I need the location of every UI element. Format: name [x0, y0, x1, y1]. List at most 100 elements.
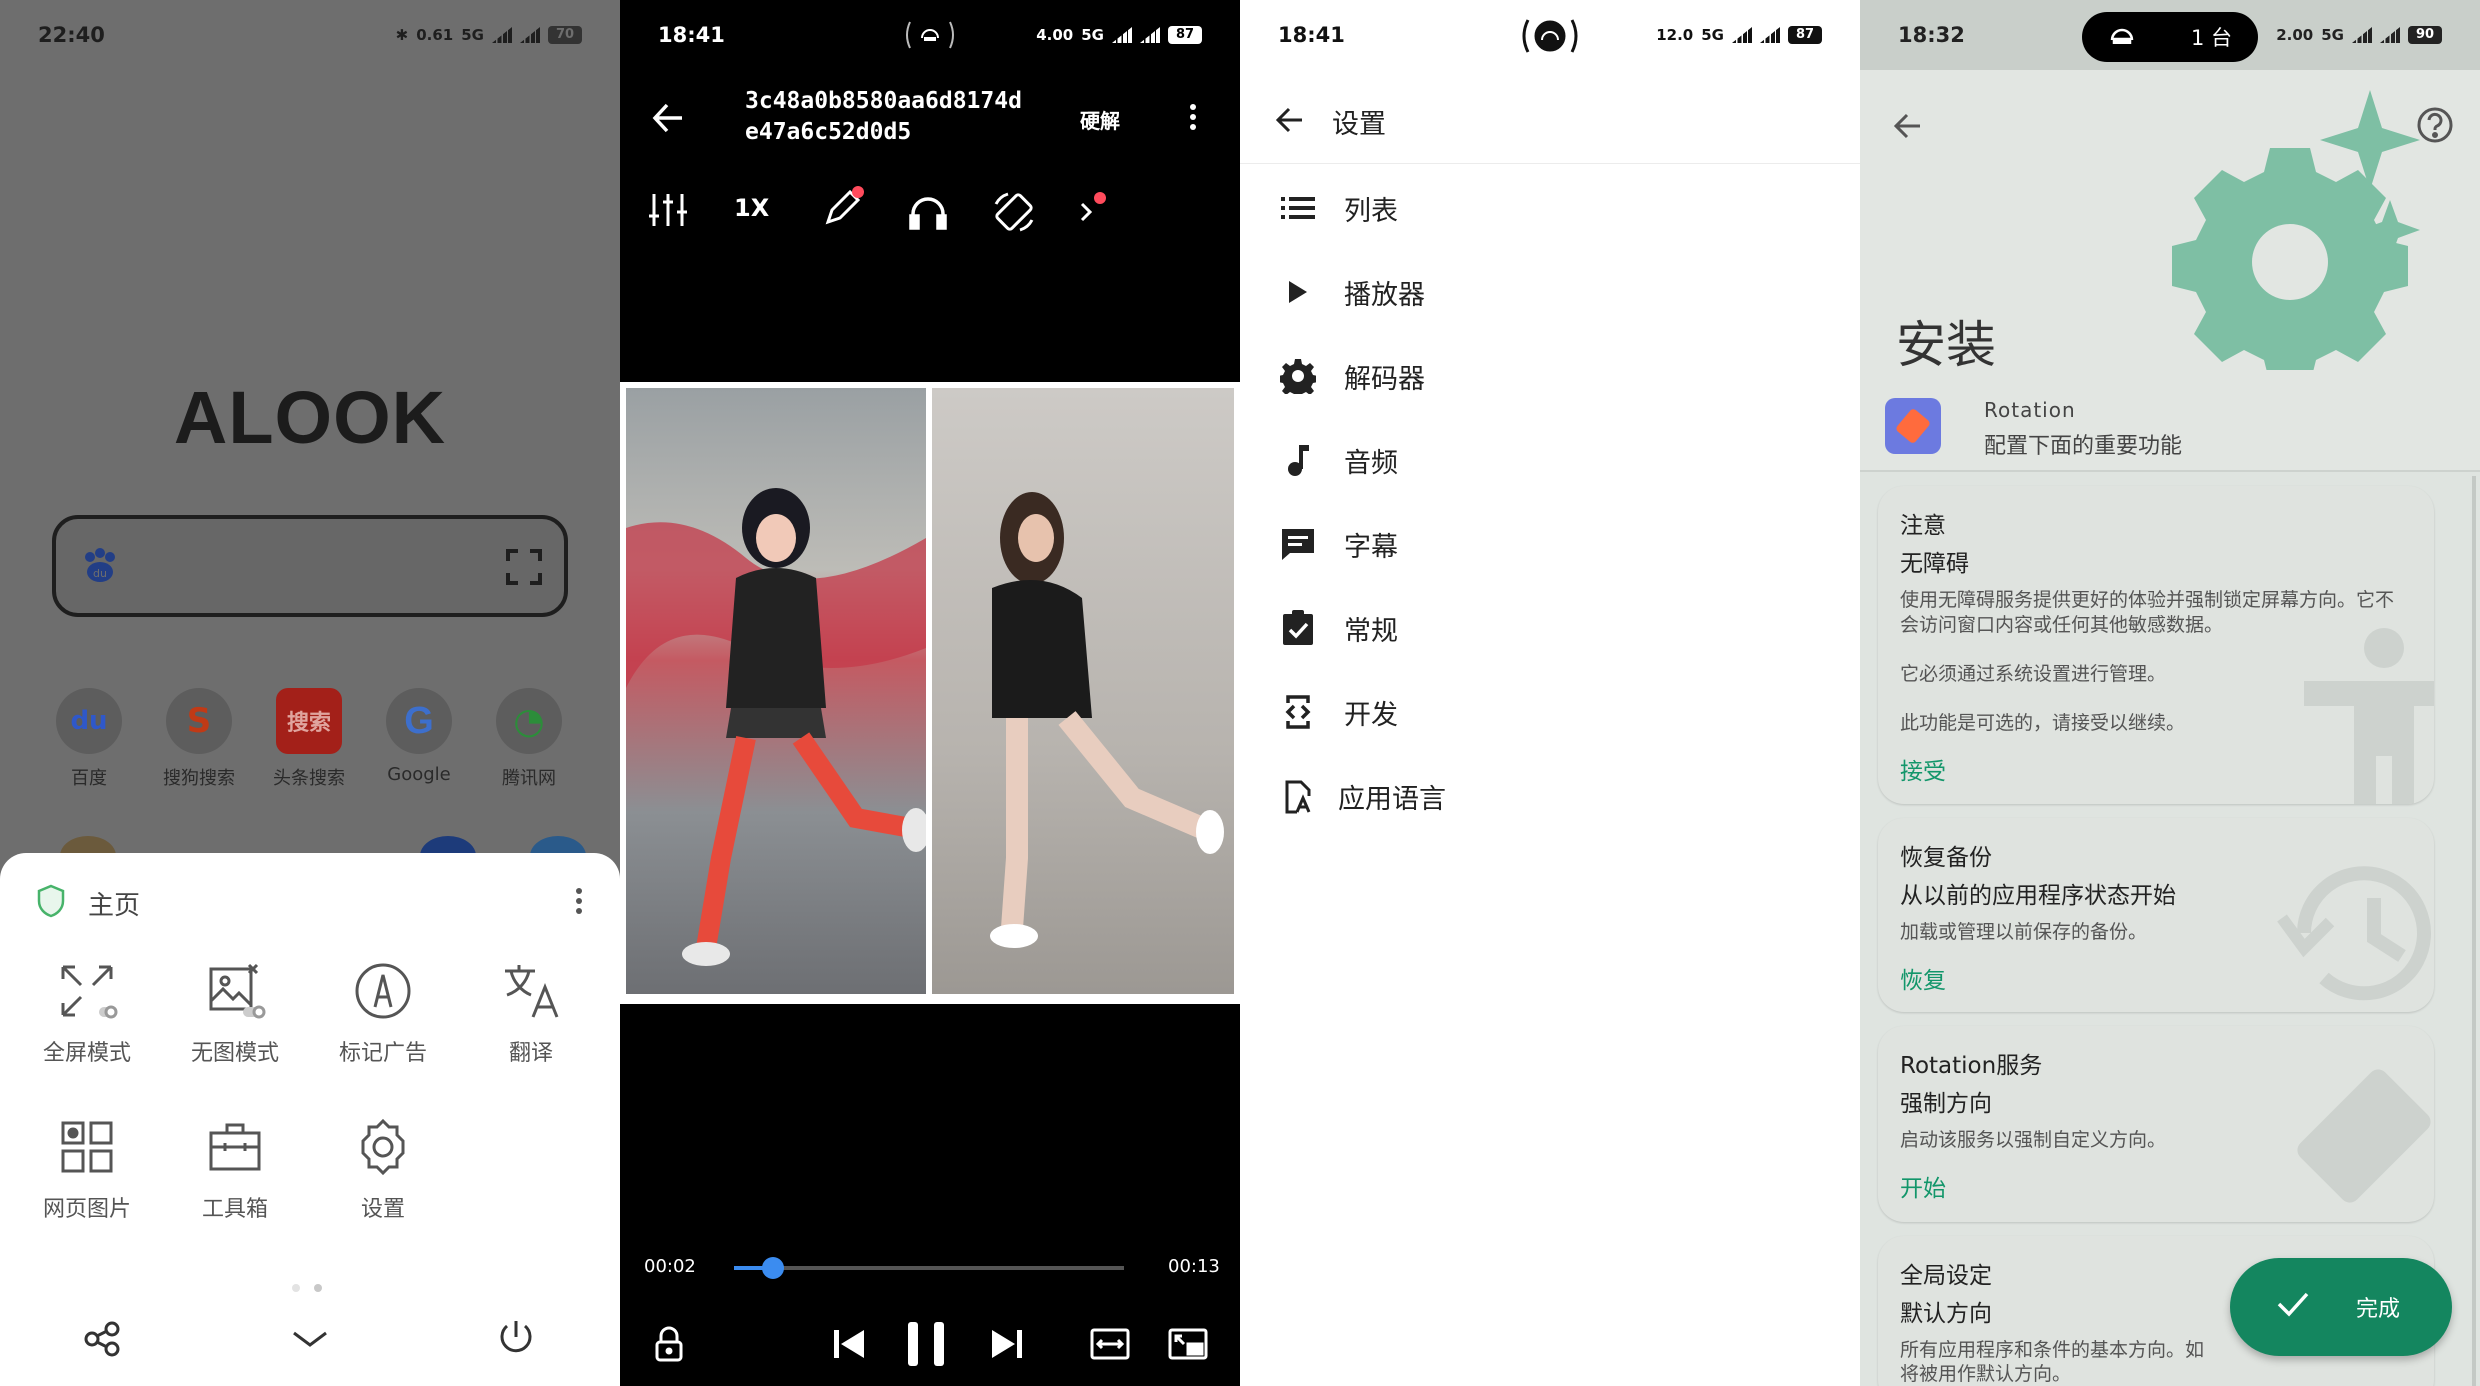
- clipboard-check-icon: [1278, 608, 1318, 648]
- settings-item-label: 开发: [1344, 699, 1398, 731]
- picture-in-picture-icon[interactable]: [1168, 1328, 1208, 1364]
- total-time: 00:13: [1168, 1256, 1220, 1277]
- tool-settings[interactable]: 设置: [313, 1109, 453, 1223]
- aspect-ratio-icon[interactable]: [1090, 1328, 1130, 1364]
- more-vert-icon[interactable]: [574, 886, 584, 920]
- network-speed: 0.61: [416, 26, 454, 44]
- sheet-header: 主页: [36, 883, 584, 923]
- card-title: 恢复备份: [1900, 845, 1992, 871]
- chevron-right-icon[interactable]: [1076, 190, 1108, 230]
- settings-item-label: 字幕: [1344, 531, 1398, 563]
- site-glyph: G: [404, 699, 434, 742]
- settings-item-developer[interactable]: 开发: [1278, 670, 1838, 754]
- seek-bar[interactable]: [734, 1257, 1124, 1279]
- app-logo: ALOOK: [173, 376, 447, 459]
- settings-item-decoder[interactable]: 解码器: [1278, 334, 1838, 418]
- site-shortcut-toutiao[interactable]: 搜索 头条搜索: [266, 688, 352, 790]
- gear-icon: [313, 1109, 453, 1185]
- site-glyph: du: [70, 706, 108, 736]
- back-arrow-icon[interactable]: [650, 100, 686, 140]
- skip-previous-icon[interactable]: [832, 1328, 866, 1364]
- scrollbar[interactable]: [2472, 476, 2476, 1386]
- skip-next-icon[interactable]: [990, 1328, 1024, 1364]
- playback-speed-button[interactable]: 1X: [734, 194, 769, 222]
- page-title: 安装: [1896, 316, 1996, 374]
- tool-toolbox[interactable]: 工具箱: [165, 1109, 305, 1223]
- page-indicator: [292, 1277, 322, 1296]
- scan-icon[interactable]: [506, 549, 542, 589]
- more-vert-icon[interactable]: [1188, 102, 1198, 136]
- current-time: 00:02: [644, 1256, 696, 1277]
- rotation-install-panel: 18:32 2.00 5G 90 1 台 安装 Rotation 配置下面的重要…: [1860, 0, 2480, 1386]
- list-icon: [1278, 188, 1318, 228]
- card-description: 此功能是可选的，请接受以继续。: [1900, 712, 2186, 734]
- share-icon[interactable]: [82, 1319, 122, 1363]
- card-title: Rotation服务: [1900, 1053, 2043, 1079]
- app-subtitle: 配置下面的重要功能: [1984, 434, 2183, 459]
- search-input[interactable]: du: [52, 515, 568, 617]
- tool-translate[interactable]: 翻译: [461, 953, 601, 1067]
- restore-button[interactable]: 恢复: [1900, 961, 2406, 995]
- rotate-screen-icon[interactable]: [992, 190, 1036, 238]
- status-time: 18:32: [1898, 23, 1965, 47]
- fullscreen-icon: [17, 953, 157, 1029]
- headphones-icon[interactable]: [908, 194, 948, 234]
- mark-ad-icon: [313, 953, 453, 1029]
- start-button[interactable]: 开始: [1900, 1169, 2406, 1203]
- equalizer-icon[interactable]: [648, 192, 688, 232]
- tool-label: 无图模式: [190, 1041, 279, 1066]
- chevron-down-icon[interactable]: [290, 1329, 330, 1353]
- settings-item-label: 列表: [1344, 195, 1398, 227]
- back-arrow-icon[interactable]: [1274, 104, 1306, 140]
- network-type: 5G: [1701, 26, 1724, 44]
- no-image-icon: [165, 953, 305, 1029]
- site-shortcut-qq-news[interactable]: ◔ 腾讯网: [486, 688, 572, 790]
- settings-item-general[interactable]: 常规: [1278, 586, 1838, 670]
- video-frame[interactable]: [620, 382, 1240, 1004]
- hardware-decode-button[interactable]: 硬解: [1080, 105, 1120, 134]
- edit-pen-icon[interactable]: [820, 186, 864, 234]
- baidu-icon[interactable]: du: [80, 545, 120, 589]
- settings-item-app-language[interactable]: 应用语言: [1278, 754, 1838, 838]
- battery-level: 87: [1788, 26, 1822, 44]
- site-glyph: 搜索: [286, 711, 331, 736]
- network-speed: 12.0: [1656, 26, 1694, 44]
- settings-item-audio[interactable]: 音频: [1278, 418, 1838, 502]
- lock-icon[interactable]: [654, 1326, 684, 1366]
- finish-fab[interactable]: 完成: [2230, 1258, 2452, 1356]
- tool-mark-ads[interactable]: 标记广告: [313, 953, 453, 1067]
- settings-item-subtitle[interactable]: 字幕: [1278, 502, 1838, 586]
- tool-page-images[interactable]: 网页图片: [17, 1109, 157, 1223]
- music-note-icon: [1278, 440, 1318, 480]
- play-icon: [1278, 272, 1318, 312]
- hotspot-icon: [1520, 16, 1580, 56]
- power-icon[interactable]: [496, 1317, 536, 1361]
- app-name: Rotation: [1984, 398, 2076, 422]
- real-dancer-image: [932, 388, 1234, 994]
- settings-item-list[interactable]: 列表: [1278, 166, 1838, 250]
- site-shortcut-google[interactable]: G Google: [376, 688, 462, 785]
- site-shortcut-sogou[interactable]: S 搜狗搜索: [156, 688, 242, 790]
- settings-item-player[interactable]: 播放器: [1278, 250, 1838, 334]
- tool-no-image-mode[interactable]: 无图模式: [165, 953, 305, 1067]
- help-icon[interactable]: [2416, 106, 2454, 148]
- seek-thumb[interactable]: [762, 1257, 784, 1279]
- sheet-title: 主页: [88, 890, 141, 921]
- subtitle-icon: [1278, 524, 1318, 564]
- tool-label: 翻译: [508, 1041, 553, 1066]
- developer-icon: [1278, 692, 1318, 732]
- battery-level: 70: [548, 26, 582, 44]
- tool-fullscreen-mode[interactable]: 全屏模式: [17, 953, 157, 1067]
- accept-button[interactable]: 接受: [1900, 752, 2406, 786]
- hotspot-device-pill[interactable]: 1 台: [2082, 12, 2258, 62]
- site-shortcut-baidu[interactable]: du 百度: [46, 688, 132, 790]
- grid-icon: [17, 1109, 157, 1185]
- card-description: 加载或管理以前保存的备份。: [1900, 921, 2148, 943]
- back-arrow-icon[interactable]: [1892, 110, 1924, 146]
- card-description: 将被用作默认方向。: [1900, 1363, 2072, 1385]
- network-type: 5G: [1081, 26, 1104, 44]
- video-player-panel: 18:41 4.00 5G 87 3c48a0b8580aa6d8174de47…: [620, 0, 1240, 1386]
- shield-icon: [36, 884, 66, 922]
- pause-icon[interactable]: [906, 1320, 946, 1372]
- card-subtitle: 无障碍: [1900, 551, 1969, 577]
